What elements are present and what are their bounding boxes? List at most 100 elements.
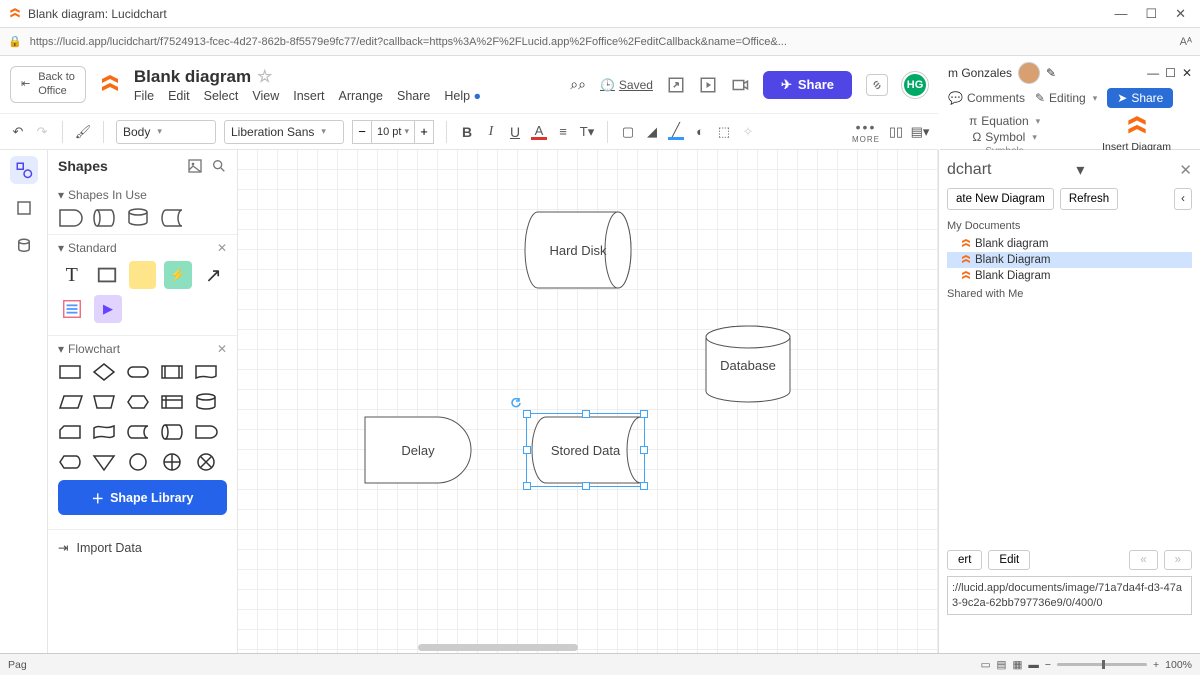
search-icon[interactable]: ⌕⌕ xyxy=(570,76,586,93)
menu-view[interactable]: View xyxy=(252,89,279,103)
fc-sum[interactable] xyxy=(194,452,218,472)
canvas-scrollbar[interactable] xyxy=(418,644,578,651)
equation-dropdown[interactable]: π Equation xyxy=(969,114,1040,128)
editing-dropdown[interactable]: ✎ Editing xyxy=(1035,91,1097,105)
user-avatar[interactable] xyxy=(1018,62,1040,84)
menu-edit[interactable]: Edit xyxy=(168,89,190,103)
edit-button[interactable]: Edit xyxy=(988,550,1030,570)
shapes-tab[interactable] xyxy=(10,156,38,184)
web-layout-icon[interactable]: ▬ xyxy=(1028,659,1039,671)
standard-header[interactable]: ▾ Standard✕ xyxy=(58,241,227,255)
minimize-icon[interactable]: — xyxy=(1114,6,1127,22)
insert-button[interactable]: ert xyxy=(947,550,982,570)
shape-library-button[interactable]: ＋ Shape Library xyxy=(58,480,227,515)
share-button[interactable]: ✈Share xyxy=(763,71,852,99)
create-diagram-button[interactable]: ate New Diagram xyxy=(947,188,1054,210)
menu-select[interactable]: Select xyxy=(204,89,239,103)
menu-help[interactable]: Help ● xyxy=(444,89,481,103)
fc-hex[interactable] xyxy=(126,392,150,412)
url-text[interactable]: https://lucid.app/lucidchart/f7524913-fc… xyxy=(30,36,1172,48)
close-flowchart-icon[interactable]: ✕ xyxy=(217,342,227,356)
fc-manual[interactable] xyxy=(92,392,116,412)
text-options-button[interactable]: T▾ xyxy=(579,124,595,140)
menu-insert[interactable]: Insert xyxy=(293,89,324,103)
symbol-dropdown[interactable]: Ω Symbol xyxy=(972,130,1037,144)
shape-delay[interactable] xyxy=(58,208,82,228)
panel-menu-icon[interactable]: ▾ xyxy=(1076,160,1084,180)
bolt-shape[interactable]: ⚡ xyxy=(164,261,191,289)
menu-share[interactable]: Share xyxy=(397,89,430,103)
italic-button[interactable]: I xyxy=(483,124,499,140)
fc-stored[interactable] xyxy=(126,422,150,442)
list-shape[interactable] xyxy=(58,295,86,323)
more-button[interactable]: •••MORE xyxy=(852,119,880,144)
shape-stored-data[interactable] xyxy=(160,208,184,228)
fc-or[interactable] xyxy=(160,452,184,472)
camera-icon[interactable] xyxy=(731,76,749,94)
play-icon[interactable] xyxy=(699,76,717,94)
fc-merge[interactable] xyxy=(92,452,116,472)
font-dropdown[interactable]: Liberation Sans xyxy=(224,120,344,144)
underline-button[interactable]: U xyxy=(507,124,523,140)
shapes-in-use-header[interactable]: ▾ Shapes In Use xyxy=(58,188,227,202)
next-button[interactable]: » xyxy=(1164,550,1192,570)
office-share-button[interactable]: ➤ Share xyxy=(1107,88,1173,108)
pencil-icon[interactable]: ✎ xyxy=(1046,66,1056,80)
fc-display[interactable] xyxy=(58,452,82,472)
zoom-slider[interactable] xyxy=(1057,663,1147,666)
magic-button[interactable]: ✧ xyxy=(740,124,756,140)
canvas[interactable]: Hard Disk Database Delay Stored Data xyxy=(238,150,938,653)
style-dropdown[interactable]: Body xyxy=(116,120,216,144)
text-shape[interactable]: T xyxy=(58,261,85,289)
shape-delay[interactable]: Delay xyxy=(363,415,473,485)
fc-document[interactable] xyxy=(194,362,218,382)
office-maximize-icon[interactable]: ☐ xyxy=(1165,66,1176,80)
rect-shape[interactable] xyxy=(93,261,120,289)
line-color-button[interactable]: ◐ xyxy=(692,124,708,140)
panel-close-icon[interactable]: ✕ xyxy=(1179,161,1192,179)
fc-predefined[interactable] xyxy=(160,362,184,382)
close-icon[interactable]: ✕ xyxy=(1175,6,1186,22)
saved-indicator[interactable]: 🕒 Saved xyxy=(600,78,653,92)
format-painter-icon[interactable]: 🖌 xyxy=(75,124,91,140)
fc-internal[interactable] xyxy=(160,392,184,412)
shape-fill-button[interactable]: ▢ xyxy=(620,124,636,140)
fc-diamond[interactable] xyxy=(92,362,116,382)
fc-connector[interactable] xyxy=(126,452,150,472)
refresh-button[interactable]: Refresh xyxy=(1060,188,1118,210)
comments-button[interactable]: 💬 Comments xyxy=(948,91,1025,105)
prev-button[interactable]: « xyxy=(1129,550,1157,570)
menu-file[interactable]: File xyxy=(134,89,154,103)
fc-disk[interactable] xyxy=(160,422,184,442)
redo-icon[interactable]: ↷ xyxy=(34,124,50,140)
doc-item[interactable]: Blank diagram xyxy=(947,236,1192,252)
print-layout-icon[interactable]: ▦ xyxy=(1012,659,1022,671)
fc-rect[interactable] xyxy=(58,362,82,382)
shape-hard-disk[interactable]: Hard Disk xyxy=(523,210,633,290)
zoom-percent[interactable]: 100% xyxy=(1165,659,1192,671)
bold-button[interactable]: B xyxy=(459,124,475,140)
expand-icon[interactable]: ▤▾ xyxy=(912,124,928,140)
undo-icon[interactable]: ↶ xyxy=(10,124,26,140)
focus-mode-icon[interactable]: ▭ xyxy=(981,659,991,671)
zoom-out-icon[interactable]: − xyxy=(1045,659,1051,671)
shape-database[interactable]: Database xyxy=(703,325,793,405)
align-button[interactable]: ≡ xyxy=(555,124,571,140)
close-standard-icon[interactable]: ✕ xyxy=(217,241,227,255)
office-minimize-icon[interactable]: — xyxy=(1147,66,1159,80)
user-avatar-initials[interactable]: HG xyxy=(902,72,928,98)
fc-data[interactable] xyxy=(58,392,82,412)
my-documents-group[interactable]: My Documents xyxy=(947,220,1192,232)
data-tab[interactable] xyxy=(10,232,38,260)
link-icon[interactable] xyxy=(866,74,888,96)
menu-arrange[interactable]: Arrange xyxy=(339,89,383,103)
maximize-icon[interactable]: ☐ xyxy=(1145,6,1157,22)
fill-bucket-button[interactable]: ◢ xyxy=(644,124,660,140)
font-size-decrease[interactable]: − xyxy=(352,120,372,144)
fc-tape[interactable] xyxy=(92,422,116,442)
doc-item-selected[interactable]: Blank Diagram xyxy=(947,252,1192,268)
doc-item[interactable]: Blank Diagram xyxy=(947,268,1192,284)
zoom-in-icon[interactable]: + xyxy=(1153,659,1159,671)
containers-tab[interactable] xyxy=(10,194,38,222)
office-close-icon[interactable]: ✕ xyxy=(1182,66,1192,80)
